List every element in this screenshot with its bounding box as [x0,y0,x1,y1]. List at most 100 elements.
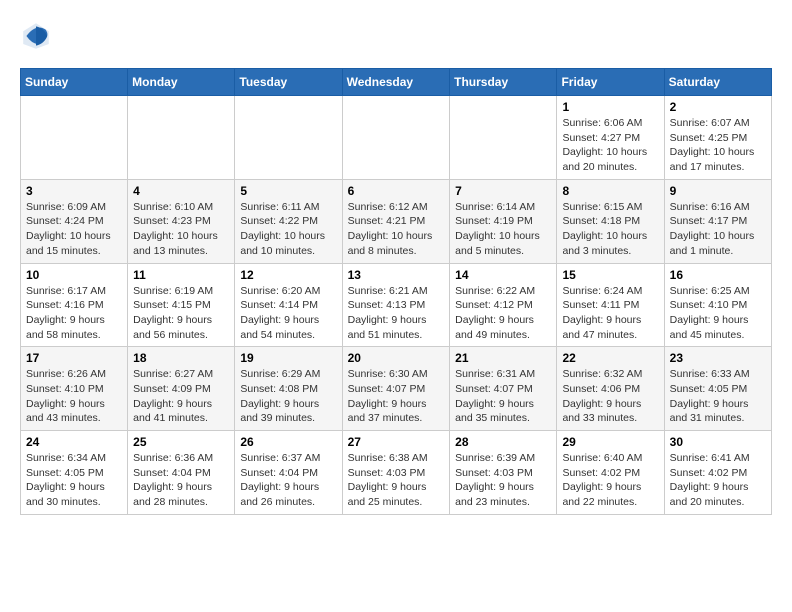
day-info: Sunrise: 6:37 AMSunset: 4:04 PMDaylight:… [240,451,336,510]
day-info: Sunrise: 6:24 AMSunset: 4:11 PMDaylight:… [562,284,658,343]
day-number: 23 [670,351,766,365]
day-number: 21 [455,351,551,365]
day-info: Sunrise: 6:15 AMSunset: 4:18 PMDaylight:… [562,200,658,259]
calendar-cell: 23 Sunrise: 6:33 AMSunset: 4:05 PMDayligh… [664,347,771,431]
day-info: Sunrise: 6:33 AMSunset: 4:05 PMDaylight:… [670,367,766,426]
day-number: 3 [26,184,122,198]
day-number: 9 [670,184,766,198]
calendar-cell: 3Sunrise: 6:09 AMSunset: 4:24 PMDaylight… [21,179,128,263]
day-info: Sunrise: 6:16 AMSunset: 4:17 PMDaylight:… [670,200,766,259]
day-info: Sunrise: 6:07 AMSunset: 4:25 PMDaylight:… [670,116,766,175]
day-info: Sunrise: 6:41 AMSunset: 4:02 PMDaylight:… [670,451,766,510]
day-number: 10 [26,268,122,282]
weekday-header-saturday: Saturday [664,69,771,96]
calendar-header: SundayMondayTuesdayWednesdayThursdayFrid… [21,69,772,96]
day-number: 16 [670,268,766,282]
weekday-header-row: SundayMondayTuesdayWednesdayThursdayFrid… [21,69,772,96]
weekday-header-friday: Friday [557,69,664,96]
day-number: 20 [348,351,445,365]
day-info: Sunrise: 6:20 AMSunset: 4:14 PMDaylight:… [240,284,336,343]
weekday-header-monday: Monday [128,69,235,96]
day-number: 15 [562,268,658,282]
calendar-cell: 30 Sunrise: 6:41 AMSunset: 4:02 PMDayligh… [664,431,771,515]
weekday-header-thursday: Thursday [450,69,557,96]
calendar-cell: 2 Sunrise: 6:07 AMSunset: 4:25 PMDaylight… [664,96,771,180]
day-info: Sunrise: 6:17 AMSunset: 4:16 PMDaylight:… [26,284,122,343]
calendar-cell [128,96,235,180]
logo-icon [20,20,52,52]
day-number: 6 [348,184,445,198]
day-info: Sunrise: 6:40 AMSunset: 4:02 PMDaylight:… [562,451,658,510]
calendar-cell: 12 Sunrise: 6:20 AMSunset: 4:14 PMDayligh… [235,263,342,347]
day-number: 4 [133,184,229,198]
day-info: Sunrise: 6:32 AMSunset: 4:06 PMDaylight:… [562,367,658,426]
weekday-header-sunday: Sunday [21,69,128,96]
day-info: Sunrise: 6:31 AMSunset: 4:07 PMDaylight:… [455,367,551,426]
calendar-cell: 20 Sunrise: 6:30 AMSunset: 4:07 PMDayligh… [342,347,450,431]
day-info: Sunrise: 6:12 AMSunset: 4:21 PMDaylight:… [348,200,445,259]
day-number: 8 [562,184,658,198]
calendar-cell: 24 Sunrise: 6:34 AMSunset: 4:05 PMDayligh… [21,431,128,515]
calendar-cell: 14 Sunrise: 6:22 AMSunset: 4:12 PMDayligh… [450,263,557,347]
calendar-cell: 28 Sunrise: 6:39 AMSunset: 4:03 PMDayligh… [450,431,557,515]
day-info: Sunrise: 6:19 AMSunset: 4:15 PMDaylight:… [133,284,229,343]
day-info: Sunrise: 6:14 AMSunset: 4:19 PMDaylight:… [455,200,551,259]
calendar-week-5: 24 Sunrise: 6:34 AMSunset: 4:05 PMDayligh… [21,431,772,515]
calendar-cell [342,96,450,180]
calendar-week-3: 10 Sunrise: 6:17 AMSunset: 4:16 PMDayligh… [21,263,772,347]
day-number: 19 [240,351,336,365]
calendar-body: 1 Sunrise: 6:06 AMSunset: 4:27 PMDaylight… [21,96,772,515]
calendar-cell: 11 Sunrise: 6:19 AMSunset: 4:15 PMDayligh… [128,263,235,347]
calendar-cell: 9 Sunrise: 6:16 AMSunset: 4:17 PMDaylight… [664,179,771,263]
day-number: 14 [455,268,551,282]
day-number: 18 [133,351,229,365]
calendar-cell: 21 Sunrise: 6:31 AMSunset: 4:07 PMDayligh… [450,347,557,431]
day-number: 29 [562,435,658,449]
calendar-cell: 5Sunrise: 6:11 AMSunset: 4:22 PMDaylight… [235,179,342,263]
header [20,20,772,52]
calendar-cell: 8 Sunrise: 6:15 AMSunset: 4:18 PMDaylight… [557,179,664,263]
calendar-cell: 17 Sunrise: 6:26 AMSunset: 4:10 PMDayligh… [21,347,128,431]
calendar-cell: 27 Sunrise: 6:38 AMSunset: 4:03 PMDayligh… [342,431,450,515]
calendar-cell [450,96,557,180]
calendar-cell: 4 Sunrise: 6:10 AMSunset: 4:23 PMDaylight… [128,179,235,263]
day-info: Sunrise: 6:38 AMSunset: 4:03 PMDaylight:… [348,451,445,510]
day-number: 11 [133,268,229,282]
day-info: Sunrise: 6:26 AMSunset: 4:10 PMDaylight:… [26,367,122,426]
day-number: 28 [455,435,551,449]
day-info: Sunrise: 6:25 AMSunset: 4:10 PMDaylight:… [670,284,766,343]
day-number: 22 [562,351,658,365]
calendar-cell: 1 Sunrise: 6:06 AMSunset: 4:27 PMDaylight… [557,96,664,180]
calendar: SundayMondayTuesdayWednesdayThursdayFrid… [20,68,772,515]
day-number: 26 [240,435,336,449]
day-number: 25 [133,435,229,449]
day-info: Sunrise: 6:10 AMSunset: 4:23 PMDaylight:… [133,200,229,259]
day-info: Sunrise: 6:22 AMSunset: 4:12 PMDaylight:… [455,284,551,343]
day-info: Sunrise: 6:34 AMSunset: 4:05 PMDaylight:… [26,451,122,510]
day-info: Sunrise: 6:06 AMSunset: 4:27 PMDaylight:… [562,116,658,175]
day-info: Sunrise: 6:11 AMSunset: 4:22 PMDaylight:… [240,200,336,259]
day-number: 7 [455,184,551,198]
calendar-week-4: 17 Sunrise: 6:26 AMSunset: 4:10 PMDayligh… [21,347,772,431]
day-number: 1 [562,100,658,114]
day-number: 17 [26,351,122,365]
day-info: Sunrise: 6:29 AMSunset: 4:08 PMDaylight:… [240,367,336,426]
day-number: 30 [670,435,766,449]
day-number: 12 [240,268,336,282]
day-number: 24 [26,435,122,449]
day-number: 27 [348,435,445,449]
logo [20,20,56,52]
calendar-cell: 7 Sunrise: 6:14 AMSunset: 4:19 PMDaylight… [450,179,557,263]
day-number: 2 [670,100,766,114]
calendar-cell: 6 Sunrise: 6:12 AMSunset: 4:21 PMDaylight… [342,179,450,263]
day-info: Sunrise: 6:27 AMSunset: 4:09 PMDaylight:… [133,367,229,426]
calendar-cell: 16 Sunrise: 6:25 AMSunset: 4:10 PMDayligh… [664,263,771,347]
day-info: Sunrise: 6:21 AMSunset: 4:13 PMDaylight:… [348,284,445,343]
calendar-cell: 19 Sunrise: 6:29 AMSunset: 4:08 PMDayligh… [235,347,342,431]
day-info: Sunrise: 6:30 AMSunset: 4:07 PMDaylight:… [348,367,445,426]
day-info: Sunrise: 6:36 AMSunset: 4:04 PMDaylight:… [133,451,229,510]
day-info: Sunrise: 6:39 AMSunset: 4:03 PMDaylight:… [455,451,551,510]
calendar-cell [235,96,342,180]
weekday-header-wednesday: Wednesday [342,69,450,96]
calendar-cell: 15 Sunrise: 6:24 AMSunset: 4:11 PMDayligh… [557,263,664,347]
